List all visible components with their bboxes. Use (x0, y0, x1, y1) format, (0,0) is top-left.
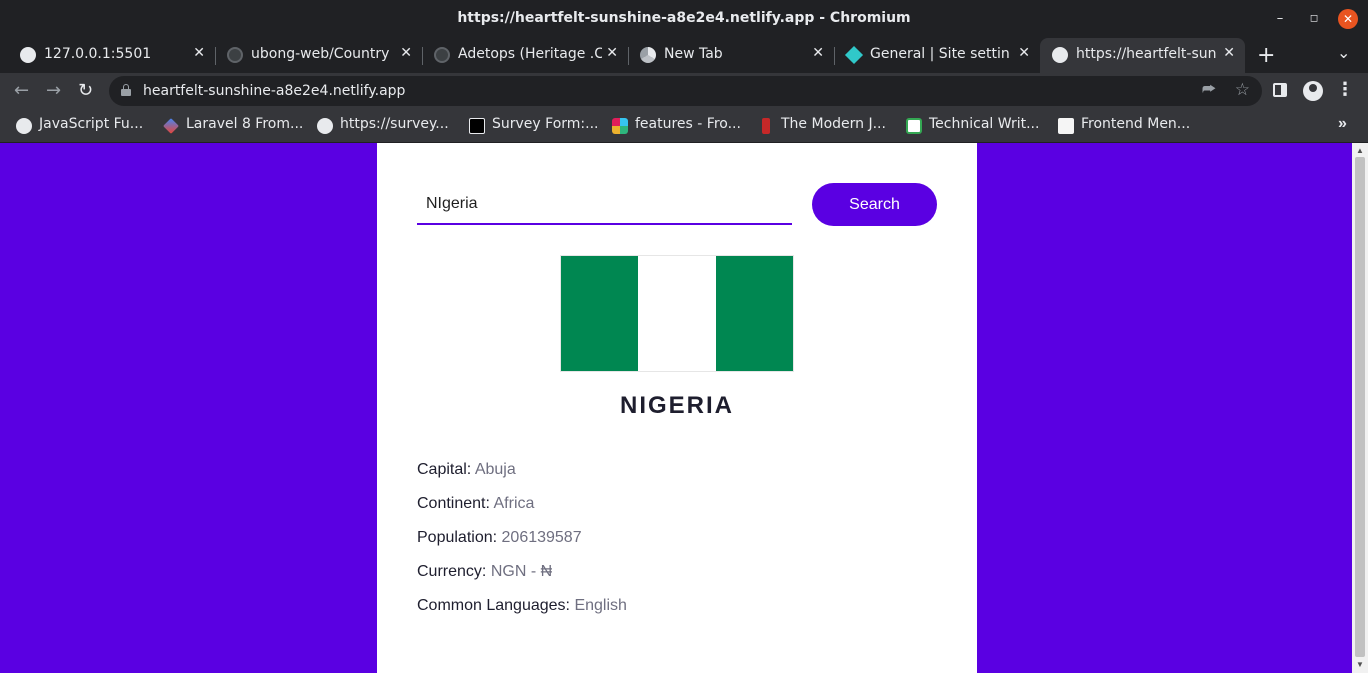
country-flag (560, 255, 794, 372)
close-icon[interactable]: ✕ (1223, 45, 1235, 61)
detail-label: Capital: (417, 461, 472, 478)
flag-stripe-center (638, 256, 716, 371)
bookmark-label: JavaScript Fu... (39, 116, 144, 132)
close-icon[interactable]: ✕ (1018, 45, 1030, 61)
country-card: Search NIGERIA Capital: Abuja Continent:… (377, 143, 977, 673)
bookmarks-bar: JavaScript Fu... Laravel 8 From... https… (0, 109, 1368, 142)
bookmark-label: Technical Writ... (929, 116, 1040, 132)
reload-icon[interactable]: ↻ (78, 80, 93, 101)
bookmark-label: Laravel 8 From... (186, 116, 304, 132)
detail-languages: Common Languages: English (417, 597, 627, 615)
detail-currency: Currency: NGN - ₦ (417, 563, 552, 581)
javascript-info-icon (762, 118, 770, 134)
flag-stripe-left (561, 256, 639, 371)
window-title: https://heartfelt-sunshine-a8e2e4.netlif… (457, 10, 911, 26)
tab-search-icon[interactable]: ⌄ (1337, 43, 1350, 62)
detail-label: Currency: (417, 563, 487, 580)
code-icon (906, 118, 922, 134)
scroll-down-arrow-icon[interactable]: ▼ (1356, 660, 1364, 669)
detail-label: Continent: (417, 495, 490, 512)
tab-label: Adetops (Heritage .C (458, 46, 602, 62)
detail-value: Abuja (474, 461, 516, 478)
bookmark-star-icon[interactable]: ☆ (1235, 80, 1250, 100)
tab-new-tab[interactable]: New Tab ✕ (628, 38, 835, 73)
detail-population: Population: 206139587 (417, 529, 582, 547)
tab-heartfelt-sunshine[interactable]: https://heartfelt-sun ✕ (1040, 38, 1245, 73)
detail-capital: Capital: Abuja (417, 461, 516, 479)
profile-avatar-icon[interactable] (1303, 81, 1323, 101)
globe-icon (1052, 47, 1068, 63)
close-icon[interactable]: ✕ (400, 45, 412, 61)
detail-label: Common Languages: (417, 597, 570, 614)
url-text[interactable]: heartfelt-sunshine-a8e2e4.netlify.app (143, 83, 405, 99)
tab-label: https://heartfelt-sun (1076, 46, 1216, 62)
close-icon[interactable]: ✕ (193, 45, 205, 61)
bookmark-label: Frontend Men... (1081, 116, 1191, 132)
scrollbar-thumb[interactable] (1355, 157, 1365, 657)
globe-icon (16, 118, 32, 134)
country-search-input[interactable] (417, 185, 792, 225)
bookmark-label: The Modern J... (781, 116, 886, 132)
tab-label: General | Site setting (870, 46, 1010, 62)
close-window-icon[interactable]: ✕ (1338, 9, 1358, 29)
github-icon (434, 47, 450, 63)
github-icon (227, 47, 243, 63)
detail-value: NGN - ₦ (490, 563, 553, 580)
side-panel-icon[interactable] (1273, 83, 1287, 97)
maximize-icon[interactable]: ◻ (1304, 9, 1324, 29)
detail-continent: Continent: Africa (417, 495, 534, 513)
detail-label: Population: (417, 529, 498, 546)
country-name-heading: NIGERIA (619, 392, 734, 419)
back-icon[interactable]: ← (14, 80, 29, 101)
tab-localhost[interactable]: 127.0.0.1:5501 ✕ (8, 38, 216, 73)
detail-value: Africa (493, 495, 535, 512)
codepen-icon (469, 118, 485, 134)
scroll-up-arrow-icon[interactable]: ▲ (1356, 146, 1364, 155)
tab-strip: 127.0.0.1:5501 ✕ ubong-web/Country ✕ Ade… (0, 38, 1368, 73)
window-titlebar: https://heartfelt-sunshine-a8e2e4.netlif… (0, 0, 1368, 38)
close-icon[interactable]: ✕ (606, 45, 618, 61)
forward-icon[interactable]: → (46, 80, 61, 101)
minimize-icon[interactable]: – (1270, 9, 1290, 29)
close-icon[interactable]: ✕ (812, 45, 824, 61)
tab-label: ubong-web/Country (251, 46, 390, 62)
detail-value: 206139587 (501, 529, 582, 546)
tab-label: New Tab (664, 46, 723, 62)
bookmark-label: https://survey... (340, 116, 449, 132)
search-button[interactable]: Search (812, 183, 937, 226)
laravel-icon (163, 118, 179, 134)
tab-netlify-settings[interactable]: General | Site setting ✕ (834, 38, 1040, 73)
netlify-icon (844, 45, 864, 65)
slack-icon (612, 118, 628, 134)
new-tab-button[interactable]: + (1257, 43, 1275, 68)
browser-toolbar: ← → ↻ heartfelt-sunshine-a8e2e4.netlify.… (0, 73, 1368, 109)
address-bar[interactable]: heartfelt-sunshine-a8e2e4.netlify.app ⮫ … (109, 76, 1262, 106)
tab-adetops[interactable]: Adetops (Heritage .C ✕ (422, 38, 629, 73)
page-scrollbar[interactable]: ▲ ▼ (1352, 143, 1368, 673)
tab-ubong-web[interactable]: ubong-web/Country ✕ (215, 38, 423, 73)
chrome-icon (640, 47, 656, 63)
globe-icon (317, 118, 333, 134)
frontend-mentor-icon (1058, 118, 1074, 134)
page-viewport: Search NIGERIA Capital: Abuja Continent:… (0, 143, 1352, 673)
share-icon[interactable]: ⮫ (1202, 81, 1216, 98)
bookmark-label: Survey Form:... (492, 116, 599, 132)
menu-icon[interactable]: ⋮ (1336, 79, 1354, 100)
bookmark-label: features - Fro... (635, 116, 741, 132)
flag-stripe-right (715, 256, 793, 371)
lock-icon[interactable] (121, 84, 131, 96)
bookmarks-overflow-icon[interactable]: » (1338, 115, 1347, 133)
globe-icon (20, 47, 36, 63)
tab-label: 127.0.0.1:5501 (44, 46, 152, 62)
detail-value: English (574, 597, 627, 614)
